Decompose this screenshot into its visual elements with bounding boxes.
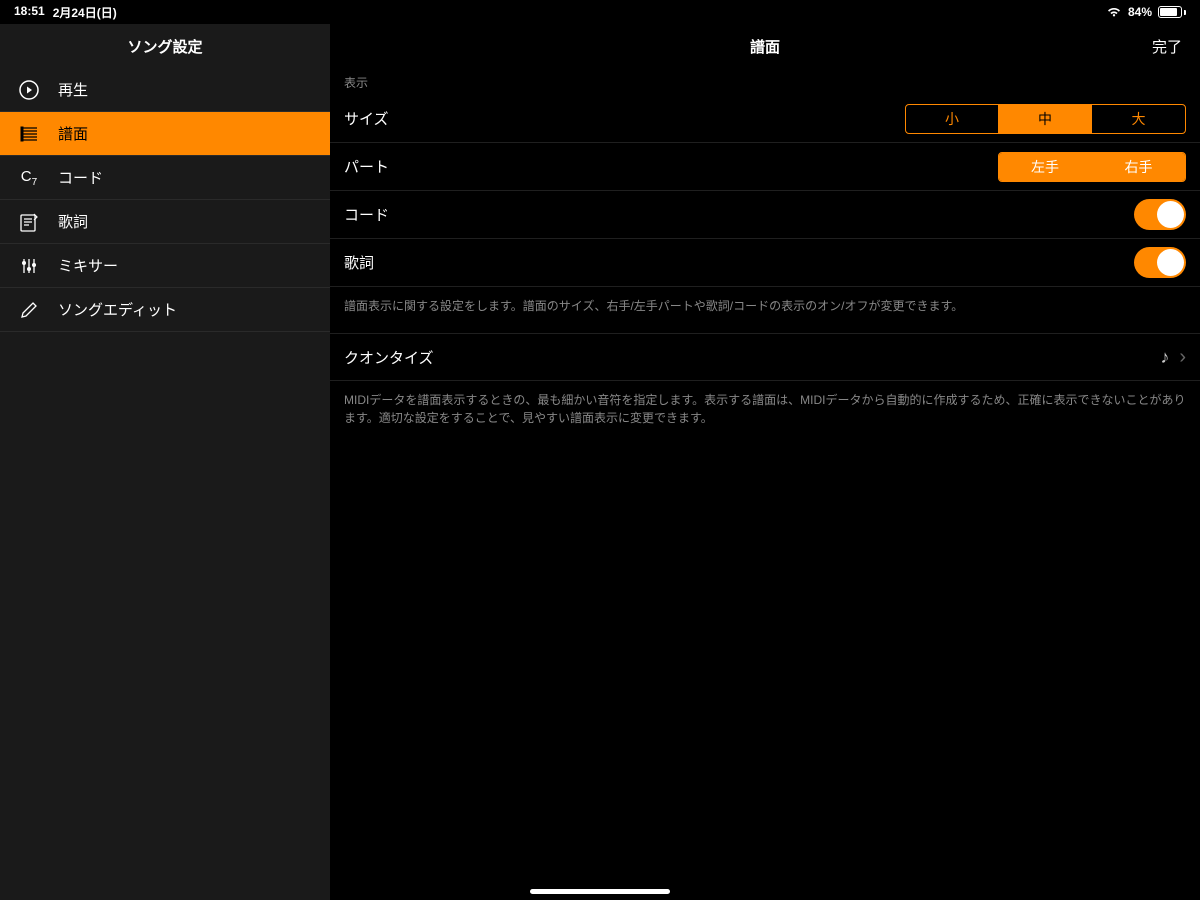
wifi-icon [1106,6,1122,18]
edit-icon [18,299,40,321]
sidebar-item-chord[interactable]: C7 コード [0,156,330,200]
size-option-medium[interactable]: 中 [999,105,1092,133]
lyrics-icon [18,211,40,233]
status-time: 18:51 [14,4,45,21]
battery-icon [1158,6,1186,18]
note-icon: ♪ [1160,347,1169,368]
part-segmented-control[interactable]: 左手 右手 [998,152,1186,182]
row-label: クオンタイズ [344,347,434,368]
sidebar-item-mixer[interactable]: ミキサー [0,244,330,288]
sidebar-item-label: ミキサー [58,255,118,276]
home-indicator[interactable] [530,889,670,894]
status-date: 2月24日(日) [53,4,117,21]
row-part: パート 左手 右手 [330,143,1200,191]
size-option-large[interactable]: 大 [1092,105,1185,133]
main-panel: 譜面 完了 表示 サイズ 小 中 大 パート 左手 右手 コード 歌詞 [330,24,1200,900]
sidebar-item-label: 歌詞 [58,211,88,232]
section-label-display: 表示 [330,68,1200,95]
row-quantize[interactable]: クオンタイズ ♪ › [330,333,1200,381]
status-bar: 18:51 2月24日(日) 84% [0,0,1200,24]
row-label: パート [344,156,389,177]
sidebar-item-playback[interactable]: 再生 [0,68,330,112]
battery-percent: 84% [1128,5,1152,19]
sidebar-item-label: 再生 [58,79,88,100]
row-size: サイズ 小 中 大 [330,95,1200,143]
main-header: 譜面 完了 [330,24,1200,68]
play-icon [18,79,40,101]
sidebar-item-lyrics[interactable]: 歌詞 [0,200,330,244]
mixer-icon [18,255,40,277]
part-option-right[interactable]: 右手 [1092,153,1185,181]
row-chord: コード [330,191,1200,239]
size-segmented-control[interactable]: 小 中 大 [905,104,1186,134]
chevron-right-icon: › [1179,346,1186,369]
row-label: 歌詞 [344,252,374,273]
chord-toggle[interactable] [1134,199,1186,230]
size-option-small[interactable]: 小 [906,105,999,133]
done-button[interactable]: 完了 [1152,36,1182,57]
row-label: コード [344,204,389,225]
main-title: 譜面 [750,36,780,57]
row-lyrics: 歌詞 [330,239,1200,287]
sidebar-item-score[interactable]: 譜面 [0,112,330,156]
row-label: サイズ [344,108,389,129]
lyrics-toggle[interactable] [1134,247,1186,278]
sidebar-title: ソング設定 [0,24,330,68]
chord-icon: C7 [18,167,40,189]
sidebar-item-label: 譜面 [58,123,88,144]
sidebar-item-edit[interactable]: ソングエディット [0,288,330,332]
display-help-text: 譜面表示に関する設定をします。譜面のサイズ、右手/左手パートや歌詞/コードの表示… [330,287,1200,333]
sidebar-item-label: ソングエディット [58,299,177,320]
quantize-help-text: MIDIデータを譜面表示するときの、最も細かい音符を指定します。表示する譜面は、… [330,381,1200,445]
score-icon [18,123,40,145]
part-option-left[interactable]: 左手 [999,153,1092,181]
sidebar: ソング設定 再生 譜面 C7 コード 歌詞 [0,24,330,900]
sidebar-item-label: コード [58,167,103,188]
